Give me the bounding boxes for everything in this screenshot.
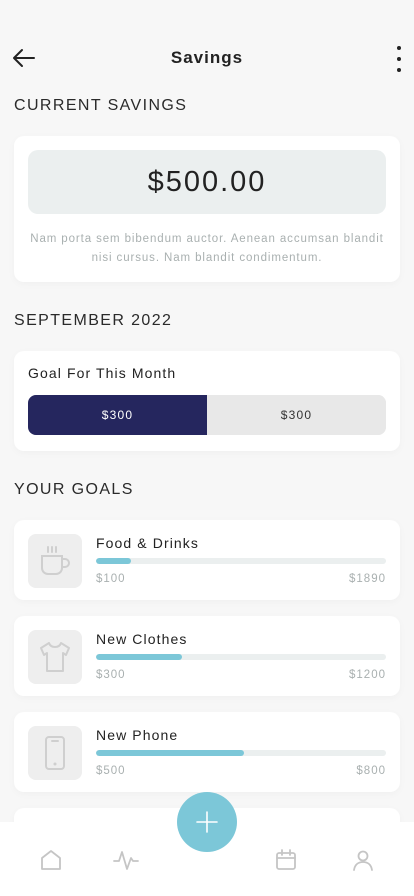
plus-icon [196, 811, 218, 833]
phone-icon [45, 736, 65, 770]
shirt-icon [40, 642, 70, 672]
savings-amount: $500.00 [28, 150, 386, 214]
calendar-icon [276, 849, 296, 870]
add-button[interactable] [177, 792, 237, 852]
monthly-goal-toggle: $300 $300 [28, 395, 386, 435]
goal-progress-fill [96, 750, 244, 756]
monthly-goal-title: Goal For This Month [28, 365, 177, 381]
goal-current-amount: $500 [96, 765, 126, 777]
goal-option-inactive[interactable]: $300 [207, 395, 386, 435]
your-goals-label: YOUR GOALS [14, 481, 134, 498]
goal-target-amount: $800 [356, 765, 386, 777]
header: Savings [0, 0, 414, 110]
activity-icon [113, 851, 139, 870]
goal-target-amount: $1200 [349, 669, 386, 681]
current-savings-label: CURRENT SAVINGS [14, 97, 188, 114]
goal-progress-track [96, 654, 386, 660]
home-icon [41, 850, 61, 870]
month-label: SEPTEMBER 2022 [14, 312, 173, 329]
goal-option-active[interactable]: $300 [28, 395, 207, 435]
page-title: Savings [170, 48, 244, 67]
goal-progress-fill [96, 654, 182, 660]
savings-description: Nam porta sem bibendum auctor. Aenean ac… [30, 233, 384, 264]
tab-activity[interactable] [112, 846, 140, 874]
tab-profile[interactable] [349, 846, 377, 874]
goal-card[interactable]: Food & Drinks $100 $1890 [14, 520, 400, 600]
monthly-goal-card: Goal For This Month $300 $300 [14, 351, 400, 451]
goal-progress-track [96, 750, 386, 756]
goal-current-amount: $100 [96, 573, 126, 585]
goal-name: New Clothes [96, 631, 188, 647]
user-icon [353, 850, 373, 871]
goal-icon-box [28, 726, 82, 780]
goal-card[interactable]: New Phone $500 $800 [14, 712, 400, 792]
tab-home[interactable] [37, 846, 65, 874]
current-savings-card: $500.00 Nam porta sem bibendum auctor. A… [14, 136, 400, 282]
goal-current-amount: $300 [96, 669, 126, 681]
coffee-cup-icon [41, 546, 70, 575]
goal-name: New Phone [96, 727, 179, 743]
more-vertical-icon [397, 46, 401, 50]
more-options-button[interactable] [394, 46, 404, 72]
goal-name: Food & Drinks [96, 535, 199, 551]
tab-calendar[interactable] [272, 846, 300, 874]
goal-target-amount: $1890 [349, 573, 386, 585]
goal-icon-box [28, 534, 82, 588]
goal-progress-fill [96, 558, 131, 564]
goal-icon-box [28, 630, 82, 684]
goal-progress-track [96, 558, 386, 564]
goal-card[interactable]: New Clothes $300 $1200 [14, 616, 400, 696]
